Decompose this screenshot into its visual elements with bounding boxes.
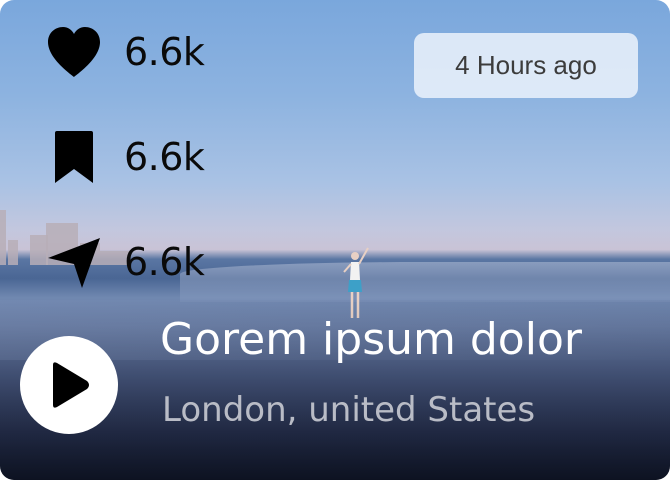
likes-stat[interactable]: 6.6k: [44, 22, 205, 82]
play-button[interactable]: [20, 336, 118, 434]
play-icon: [53, 362, 89, 408]
shares-stat[interactable]: 6.6k: [44, 232, 205, 292]
post-title: Gorem ipsum dolor: [160, 314, 582, 365]
timestamp-badge: 4 Hours ago: [414, 33, 638, 98]
likes-count: 6.6k: [124, 30, 205, 74]
saves-count: 6.6k: [124, 135, 205, 179]
post-location: London, united States: [162, 390, 536, 430]
ocean-surf: [180, 262, 670, 302]
media-card[interactable]: 6.6k 6.6k 6.6k 4 Hours ago Gorem ipsum d…: [0, 0, 670, 480]
bookmark-icon[interactable]: [44, 127, 104, 187]
send-icon[interactable]: [44, 232, 104, 292]
shares-count: 6.6k: [124, 240, 205, 284]
saves-stat[interactable]: 6.6k: [44, 127, 205, 187]
heart-icon[interactable]: [44, 22, 104, 82]
